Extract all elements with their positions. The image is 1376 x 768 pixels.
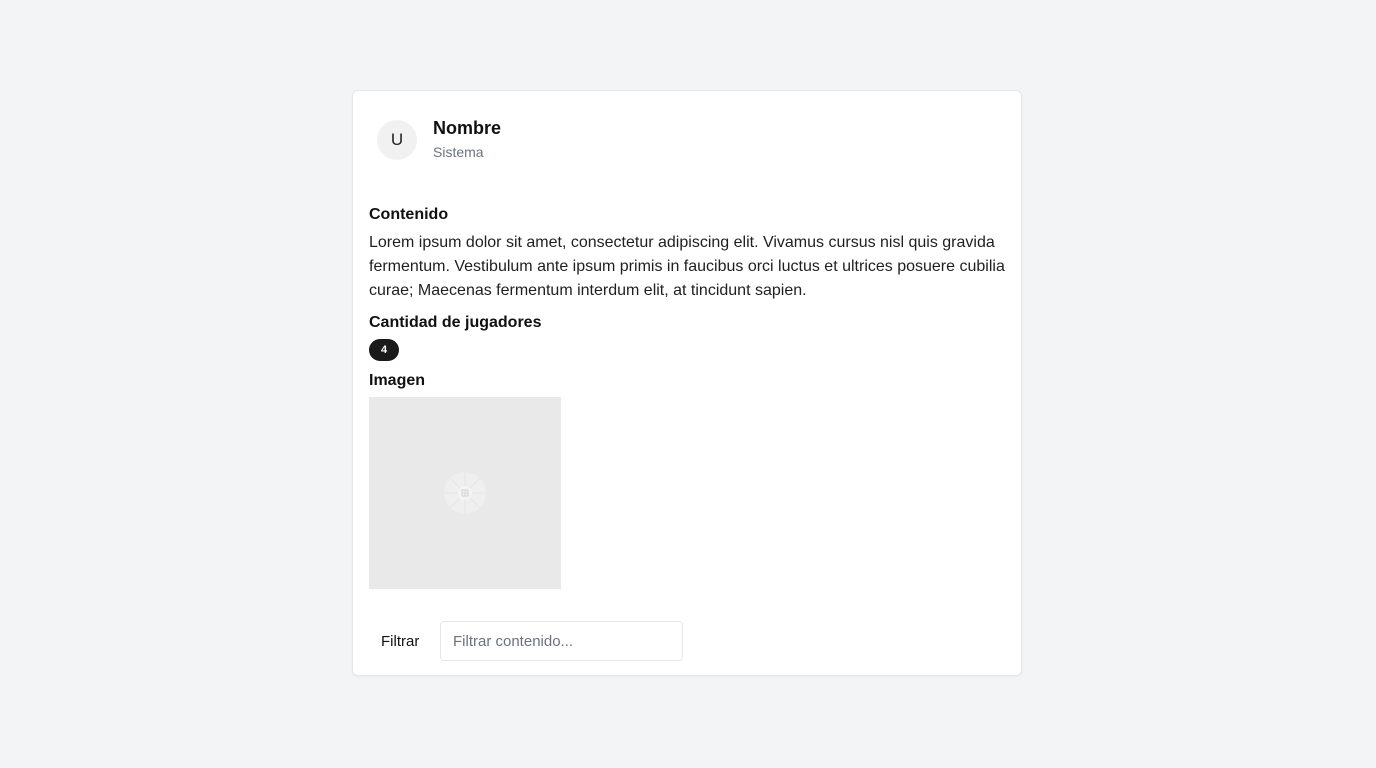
header-text: Nombre Sistema (433, 117, 501, 161)
filter-row: Filtrar (381, 621, 683, 661)
image-label: Imagen (369, 372, 426, 389)
image-placeholder (369, 397, 561, 589)
players-count-badge: 4 (369, 339, 399, 361)
players-label: Cantidad de jugadores (369, 314, 542, 331)
content-text: Lorem ipsum dolor sit amet, consectetur … (369, 234, 1005, 299)
card-header: U Nombre Sistema (377, 117, 501, 161)
profile-role: Sistema (433, 144, 484, 160)
content-label: Contenido (369, 206, 449, 223)
content-card: U Nombre Sistema Contenido Lorem ipsum d… (352, 90, 1022, 676)
image-placeholder-icon (444, 472, 486, 514)
filter-label: Filtrar (381, 632, 420, 650)
profile-name: Nombre (433, 118, 502, 138)
avatar: U (377, 120, 417, 160)
filter-input[interactable] (440, 621, 683, 661)
